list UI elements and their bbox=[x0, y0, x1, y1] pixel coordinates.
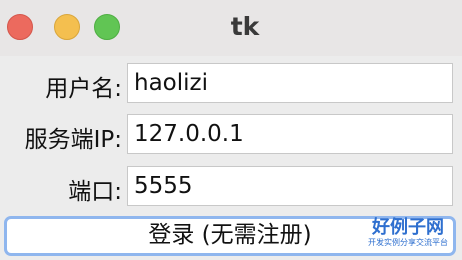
port-input[interactable] bbox=[127, 166, 453, 206]
username-input[interactable] bbox=[127, 63, 453, 103]
server-ip-label: 服务端IP: bbox=[24, 127, 122, 153]
watermark-logo: 好例子网 开发实例分享交流平台 bbox=[362, 218, 454, 254]
window-title: tk bbox=[230, 12, 260, 41]
port-label: 端口: bbox=[68, 179, 122, 205]
username-label: 用户名: bbox=[45, 76, 122, 102]
username-row: 用户名: bbox=[0, 63, 462, 107]
logo-sub-text: 开发实例分享交流平台 bbox=[368, 238, 448, 247]
logo-main-text: 好例子网 bbox=[372, 217, 444, 238]
app-window: tk 用户名: 服务端IP: 端口: 登录 (无需注册) 好例子网 开发实例分享… bbox=[0, 0, 462, 260]
server-ip-input[interactable] bbox=[127, 114, 453, 154]
server-ip-row: 服务端IP: bbox=[0, 114, 462, 158]
title-bar[interactable]: tk bbox=[0, 0, 462, 56]
port-row: 端口: bbox=[0, 166, 462, 210]
